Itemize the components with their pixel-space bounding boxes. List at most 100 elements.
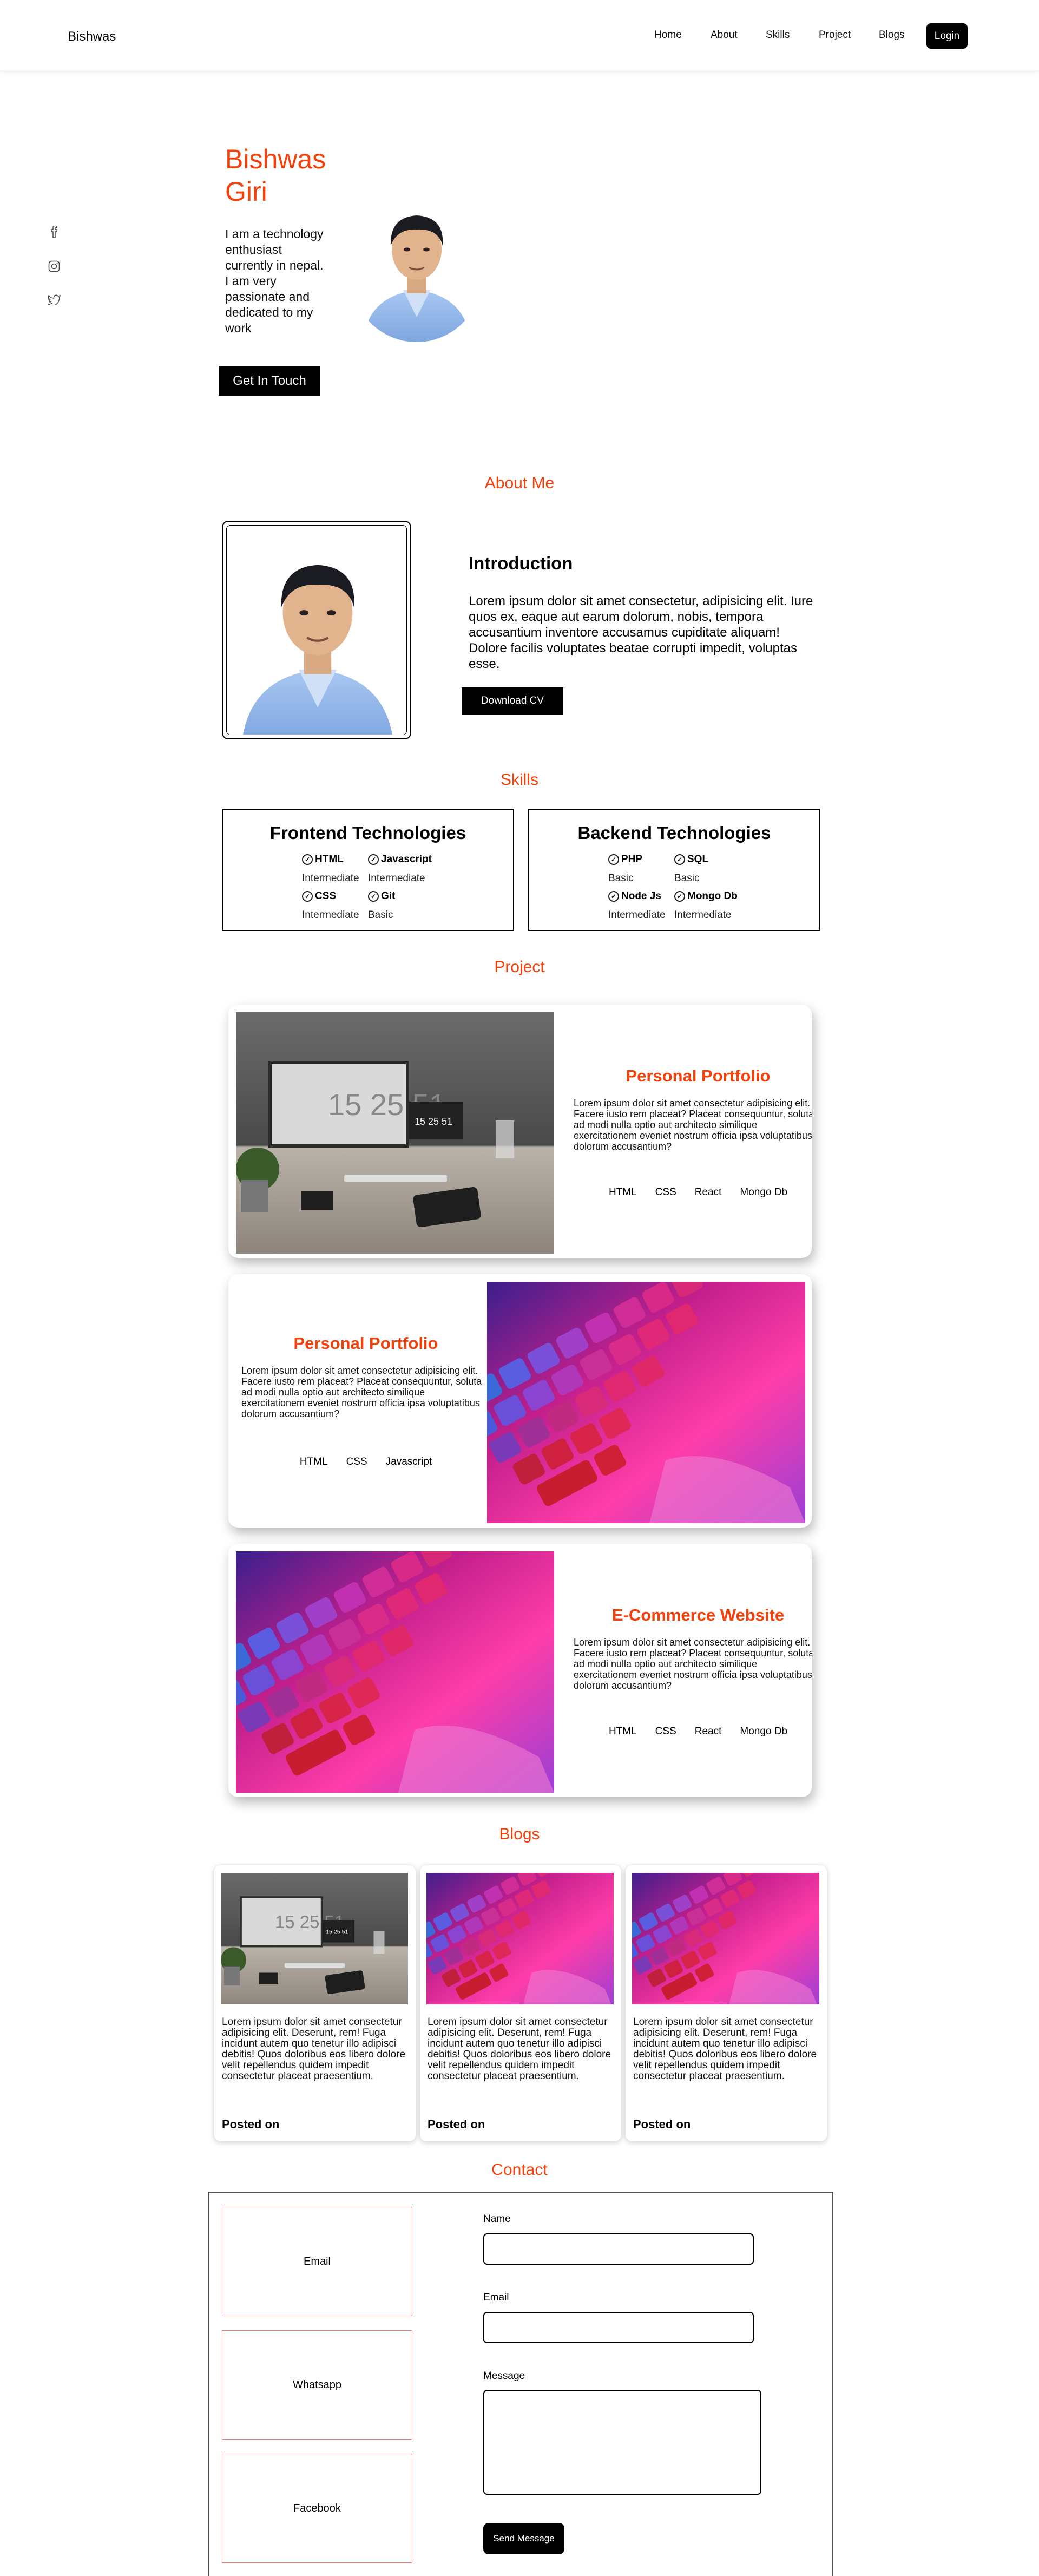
project-image <box>236 1012 554 1254</box>
skill-group-heading: Backend Technologies <box>577 823 771 843</box>
project-tags: HTML CSS Javascript <box>241 1456 490 1468</box>
skills-section-title: Skills <box>500 771 538 789</box>
skill-name: CSS <box>315 890 337 902</box>
skill-level: Intermediate <box>368 873 425 884</box>
check-circle-icon: ✓ <box>608 891 619 902</box>
tech-tag: HTML <box>299 1456 328 1467</box>
skill-name: Javascript <box>381 854 432 865</box>
blog-posted-on: Posted on <box>633 2118 691 2131</box>
skill-item: ✓ Git Basic <box>368 890 449 921</box>
backend-skills-card: Backend Technologies ✓ PHP Basic ✓ SQL Bas… <box>528 809 820 931</box>
blog-card[interactable]: Lorem ipsum dolor sit amet consectetur a… <box>214 1865 416 2141</box>
skill-name: SQL <box>687 854 709 865</box>
project-tags: HTML CSS React Mongo Db <box>574 1187 812 1198</box>
about-section-title: About Me <box>484 474 555 492</box>
twitter-icon[interactable] <box>47 292 62 307</box>
check-circle-icon: ✓ <box>368 854 379 865</box>
skill-name: Mongo Db <box>687 890 738 902</box>
skill-name: PHP <box>621 854 643 865</box>
check-circle-icon: ✓ <box>368 891 379 902</box>
nav-link-home[interactable]: Home <box>654 29 682 41</box>
blog-posted-on: Posted on <box>428 2118 485 2131</box>
check-circle-icon: ✓ <box>302 891 313 902</box>
frontend-skills-card: Frontend Technologies ✓ HTML Intermediate… <box>222 809 514 931</box>
blog-posted-on: Posted on <box>222 2118 280 2131</box>
contact-section-title: Contact <box>491 2161 548 2179</box>
project-description: Lorem ipsum dolor sit amet consectetur a… <box>574 1098 812 1152</box>
skill-item: ✓ Javascript Intermediate <box>368 853 449 884</box>
tech-tag: HTML <box>608 1187 637 1198</box>
tech-tag: React <box>694 1187 722 1198</box>
check-circle-icon: ✓ <box>608 854 619 865</box>
hero-profile-photo <box>352 187 482 342</box>
project-section-title: Project <box>494 958 545 976</box>
name-field[interactable] <box>483 2233 754 2265</box>
name-label: Name <box>483 2213 511 2225</box>
tech-tag: CSS <box>655 1187 676 1198</box>
skill-name: Git <box>381 890 396 902</box>
project-description: Lorem ipsum dolor sit amet consectetur a… <box>574 1637 812 1691</box>
contact-whatsapp-card[interactable]: Whatsapp <box>222 2330 412 2440</box>
project-title: Personal Portfolio <box>293 1334 438 1353</box>
skill-item: ✓ Mongo Db Intermediate <box>674 890 755 921</box>
tech-tag: Mongo Db <box>740 1187 788 1198</box>
tech-tag: Javascript <box>385 1456 432 1467</box>
login-button[interactable]: Login <box>926 23 968 49</box>
tech-tag: CSS <box>655 1726 676 1737</box>
blog-excerpt: Lorem ipsum dolor sit amet consectetur a… <box>633 2016 817 2082</box>
skill-group-heading: Frontend Technologies <box>269 823 466 843</box>
blogs-section-title: Blogs <box>499 1825 540 1843</box>
hero-name: Bishwas Giri <box>225 144 326 207</box>
nav-link-blogs[interactable]: Blogs <box>879 29 905 41</box>
check-circle-icon: ✓ <box>302 854 313 865</box>
project-card[interactable]: Personal Portfolio Lorem ipsum dolor sit… <box>228 1274 812 1528</box>
hero-bio: I am a technology enthusiast currently i… <box>225 227 324 335</box>
project-title: Personal Portfolio <box>626 1066 771 1085</box>
project-image <box>236 1551 554 1793</box>
skill-level: Basic <box>368 909 393 921</box>
check-circle-icon: ✓ <box>674 891 685 902</box>
project-card[interactable]: E-Commerce Website Lorem ipsum dolor sit… <box>228 1544 812 1797</box>
skill-name: Node Js <box>621 890 661 902</box>
project-image <box>487 1282 805 1523</box>
send-message-button[interactable]: Send Message <box>483 2523 564 2554</box>
project-tags: HTML CSS React Mongo Db <box>574 1726 812 1738</box>
tech-tag: HTML <box>608 1726 637 1737</box>
email-field[interactable] <box>483 2312 754 2343</box>
blog-image <box>426 1873 614 2004</box>
brand-logo[interactable]: Bishwas <box>68 29 116 44</box>
skill-level: Basic <box>674 873 700 884</box>
blog-excerpt: Lorem ipsum dolor sit amet consectetur a… <box>222 2016 406 2082</box>
skill-name: HTML <box>315 854 344 865</box>
intro-text: Lorem ipsum dolor sit amet consectetur, … <box>469 594 813 671</box>
skill-item: ✓ SQL Basic <box>674 853 755 884</box>
project-description: Lorem ipsum dolor sit amet consectetur a… <box>241 1365 482 1419</box>
message-field[interactable] <box>483 2390 761 2495</box>
get-in-touch-button[interactable]: Get In Touch <box>219 366 320 396</box>
navbar: Bishwas Home About Skills Project Blogs … <box>0 0 1039 71</box>
contact-facebook-card[interactable]: Facebook <box>222 2454 412 2563</box>
blog-card[interactable]: Lorem ipsum dolor sit amet consectetur a… <box>626 1865 827 2141</box>
tech-tag: React <box>694 1726 722 1737</box>
nav-link-about[interactable]: About <box>711 29 738 41</box>
blog-image <box>221 1873 408 2004</box>
project-card[interactable]: Personal Portfolio Lorem ipsum dolor sit… <box>228 1005 812 1258</box>
nav-link-skills[interactable]: Skills <box>766 29 790 41</box>
blog-excerpt: Lorem ipsum dolor sit amet consectetur a… <box>428 2016 611 2082</box>
check-circle-icon: ✓ <box>674 854 685 865</box>
skill-level: Intermediate <box>674 909 732 921</box>
intro-heading: Introduction <box>469 553 573 573</box>
blog-image <box>632 1873 819 2004</box>
blog-card[interactable]: Lorem ipsum dolor sit amet consectetur a… <box>420 1865 621 2141</box>
message-label: Message <box>483 2370 525 2382</box>
nav-link-project[interactable]: Project <box>819 29 851 41</box>
project-title: E-Commerce Website <box>611 1605 785 1624</box>
instagram-icon[interactable] <box>47 259 62 274</box>
facebook-icon[interactable] <box>47 224 62 239</box>
tech-tag: CSS <box>346 1456 367 1467</box>
download-cv-button[interactable]: Download CV <box>462 687 563 715</box>
email-label: Email <box>483 2292 509 2303</box>
tech-tag: Mongo Db <box>740 1726 788 1737</box>
about-profile-photo <box>222 521 411 739</box>
contact-email-card[interactable]: Email <box>222 2207 412 2316</box>
